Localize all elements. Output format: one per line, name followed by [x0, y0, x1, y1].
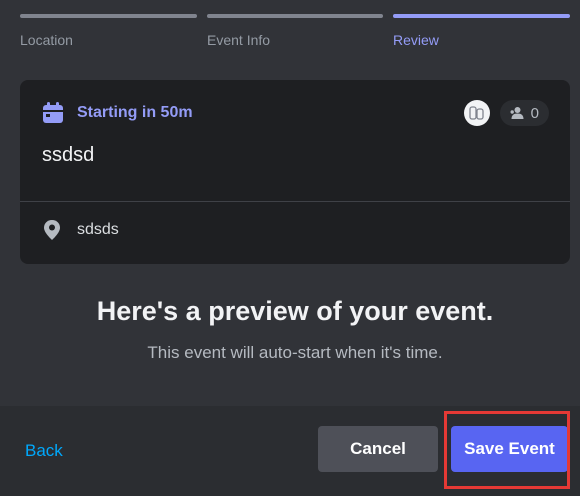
cancel-button[interactable]: Cancel [318, 426, 438, 472]
save-event-button[interactable]: Save Event [451, 426, 568, 472]
event-start-text: Starting in 50m [77, 104, 193, 121]
card-divider [20, 201, 570, 202]
location-pin-icon [44, 220, 60, 240]
step-review: Review [393, 14, 570, 48]
step-label: Event Info [207, 32, 271, 48]
event-preview-card: Starting in 50m ssdsd 0 sdsds [20, 80, 570, 264]
modal-footer: Back Cancel Save Event [0, 406, 580, 496]
event-location-text: sdsds [77, 221, 119, 238]
interested-count-value: 0 [530, 104, 539, 122]
back-button[interactable]: Back [25, 441, 63, 461]
step-bar [207, 14, 383, 18]
event-title: ssdsd [42, 144, 95, 166]
event-card-header: Starting in 50m ssdsd 0 [20, 80, 570, 201]
event-start-time: Starting in 50m [42, 102, 193, 124]
step-event-info: Event Info [207, 14, 383, 48]
event-location: sdsds [42, 219, 119, 241]
interested-count[interactable]: 0 [499, 100, 549, 126]
step-bar [20, 14, 197, 18]
preview-heading: Here's a preview of your event. [96, 296, 494, 326]
step-progress: Location Event Info Review [20, 14, 570, 54]
step-bar [393, 14, 570, 18]
calendar-icon [43, 102, 63, 123]
step-label: Location [20, 32, 73, 48]
guild-avatar-icon [463, 100, 490, 126]
event-meta: 0 [463, 100, 549, 126]
step-label: Review [393, 32, 439, 48]
people-icon [510, 107, 524, 119]
step-location: Location [20, 14, 197, 48]
preview-subtext: This event will auto-start when it's tim… [147, 343, 443, 362]
